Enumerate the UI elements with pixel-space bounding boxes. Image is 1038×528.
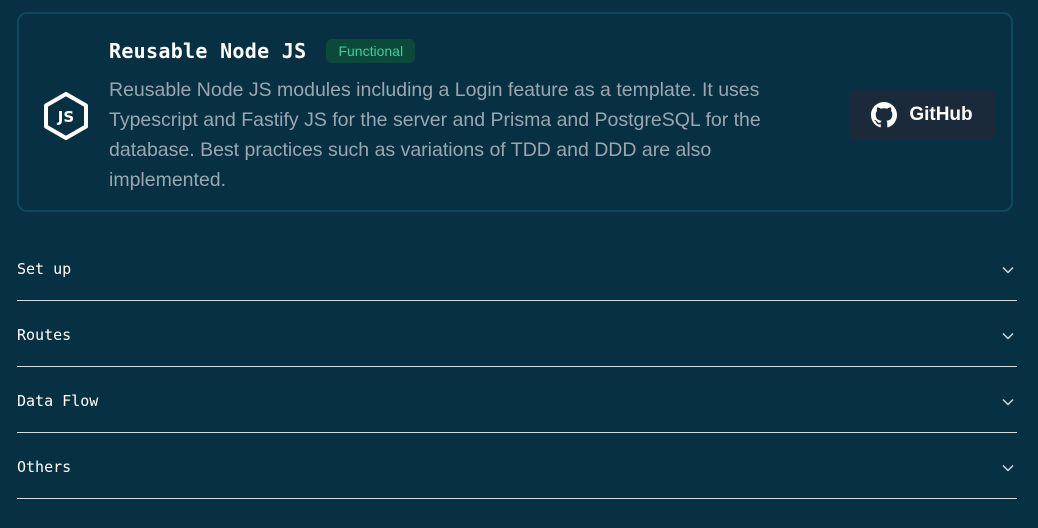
accordion-label: Others bbox=[17, 458, 72, 476]
accordion-item-routes[interactable]: Routes bbox=[17, 302, 1017, 367]
accordion-item-data-flow[interactable]: Data Flow bbox=[17, 368, 1017, 433]
github-button-label: GitHub bbox=[909, 104, 973, 125]
github-icon bbox=[871, 102, 898, 128]
title-row: Reusable Node JS Functional bbox=[109, 39, 416, 63]
project-description: Reusable Node JS modules including a Log… bbox=[109, 79, 761, 191]
chevron-down-icon bbox=[1002, 332, 1014, 340]
project-title: Reusable Node JS bbox=[109, 39, 307, 63]
accordion-item-set-up[interactable]: Set up bbox=[17, 236, 1017, 301]
svg-text:JS: JS bbox=[57, 108, 74, 126]
accordion-label: Set up bbox=[17, 260, 72, 278]
project-card: JS Reusable Node JS Functional Reusable … bbox=[17, 12, 1013, 212]
page: JS Reusable Node JS Functional Reusable … bbox=[0, 0, 1038, 528]
nodejs-icon: JS bbox=[44, 92, 88, 140]
accordion-label: Data Flow bbox=[17, 392, 99, 410]
chevron-down-icon bbox=[1002, 464, 1014, 472]
github-button[interactable]: GitHub bbox=[849, 90, 995, 140]
accordion: Set up Routes Data Flow Others bbox=[17, 236, 1017, 500]
accordion-label: Routes bbox=[17, 326, 72, 344]
chevron-down-icon bbox=[1002, 398, 1014, 406]
status-badge: Functional bbox=[326, 39, 416, 63]
chevron-down-icon bbox=[1002, 266, 1014, 274]
accordion-item-others[interactable]: Others bbox=[17, 434, 1017, 499]
